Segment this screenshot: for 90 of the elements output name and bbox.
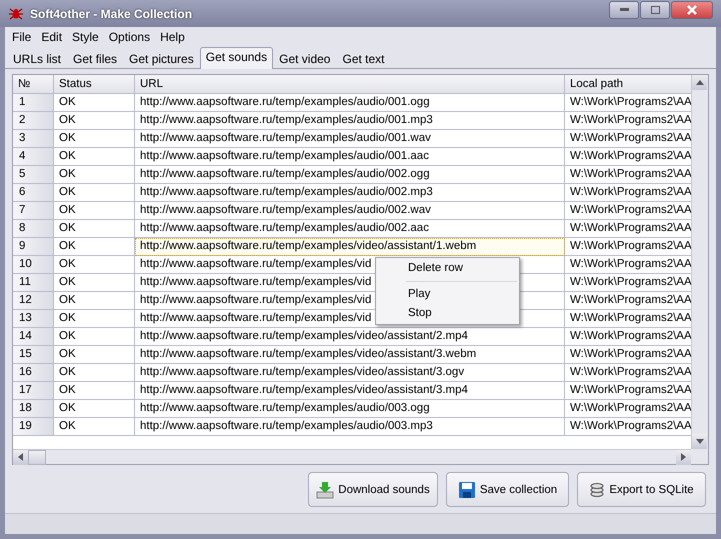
- column-header[interactable]: URL: [135, 75, 565, 94]
- table-cell: OK: [54, 238, 135, 256]
- row-number: 5: [13, 166, 54, 184]
- menu-item[interactable]: File: [7, 30, 36, 44]
- table-cell: http://www.aapsoftware.ru/temp/examples/video/assistant/3.ogv: [135, 364, 565, 382]
- menu-item[interactable]: Edit: [36, 30, 68, 44]
- row-number: 4: [13, 148, 54, 166]
- table-cell: OK: [54, 94, 135, 112]
- table-cell: OK: [54, 220, 135, 238]
- left-arrow-icon: [18, 453, 23, 461]
- tab[interactable]: Get files: [67, 49, 124, 68]
- close-button[interactable]: [671, 0, 713, 18]
- column-header[interactable]: Status: [54, 75, 135, 94]
- row-number: 7: [13, 202, 54, 220]
- scroll-right-button[interactable]: [676, 450, 691, 464]
- maximize-icon: [650, 6, 660, 14]
- menu-item[interactable]: Style: [67, 30, 104, 44]
- tab[interactable]: Get sounds: [200, 47, 274, 69]
- table-cell: http://www.aapsoftware.ru/temp/examples/audio/002.aac: [135, 220, 565, 238]
- table-cell: OK: [54, 112, 135, 130]
- row-number: 18: [13, 400, 54, 418]
- table-cell: http://www.aapsoftware.ru/temp/examples/video/assistant/3.mp4: [135, 382, 565, 400]
- table-cell: OK: [54, 418, 135, 436]
- table-cell: OK: [54, 166, 135, 184]
- table-cell: OK: [54, 382, 135, 400]
- table-cell: http://www.aapsoftware.ru/temp/examples/video/assistant/3.webm: [135, 346, 565, 364]
- row-number: 3: [13, 130, 54, 148]
- row-number: 8: [13, 220, 54, 238]
- action-button[interactable]: Download sounds: [308, 472, 438, 507]
- scroll-up-button[interactable]: [692, 75, 707, 90]
- table-cell: http://www.aapsoftware.ru/temp/examples/audio/001.wav: [135, 130, 565, 148]
- table-cell: http://www.aapsoftware.ru/temp/examples/audio/001.mp3: [135, 112, 565, 130]
- row-number: 19: [13, 418, 54, 436]
- download-icon: [316, 480, 334, 498]
- up-arrow-icon: [696, 80, 704, 85]
- table-cell: http://www.aapsoftware.ru/temp/examples/audio/001.aac: [135, 148, 565, 166]
- tab[interactable]: URLs list: [7, 49, 68, 68]
- spider-icon: [8, 6, 24, 22]
- table-cell: http://www.aapsoftware.ru/temp/examples/audio/002.mp3: [135, 184, 565, 202]
- scroll-down-button[interactable]: [692, 434, 707, 449]
- table-cell: OK: [54, 364, 135, 382]
- menu-item[interactable]: Help: [155, 30, 190, 44]
- table-cell: OK: [54, 202, 135, 220]
- menu-item[interactable]: Options: [104, 30, 156, 44]
- database-icon: [589, 482, 606, 498]
- table-cell: OK: [54, 274, 135, 292]
- row-number: 15: [13, 346, 54, 364]
- table-cell: http://www.aapsoftware.ru/temp/examples/audio/003.ogg: [135, 400, 565, 418]
- column-header[interactable]: №: [13, 75, 54, 94]
- right-arrow-icon: [681, 453, 686, 461]
- minimize-button[interactable]: [609, 0, 639, 18]
- table-cell: OK: [54, 184, 135, 202]
- table-cell: OK: [54, 130, 135, 148]
- table-cell: http://www.aapsoftware.ru/temp/examples/audio/003.mp3: [135, 418, 565, 436]
- table-cell: http://www.aapsoftware.ru/temp/examples/audio/002.ogg: [135, 166, 565, 184]
- table-cell: http://www.aapsoftware.ru/temp/examples/audio/002.wav: [135, 202, 565, 220]
- table-cell: http://www.aapsoftware.ru/temp/examples/video/assistant/2.mp4: [135, 328, 565, 346]
- row-number: 6: [13, 184, 54, 202]
- table-cell: http://www.aapsoftware.ru/temp/examples/audio/001.ogg: [135, 94, 565, 112]
- row-number: 10: [13, 256, 54, 274]
- scroll-thumb[interactable]: [28, 450, 46, 464]
- maximize-button[interactable]: [640, 0, 670, 18]
- down-arrow-icon: [696, 439, 704, 444]
- table-cell: OK: [54, 256, 135, 274]
- row-number: 2: [13, 112, 54, 130]
- column-header[interactable]: Local path: [565, 75, 691, 94]
- table-cell: OK: [54, 148, 135, 166]
- tab[interactable]: Get text: [336, 49, 391, 68]
- action-button[interactable]: Save collection: [446, 472, 569, 507]
- action-button[interactable]: Export to SQLite: [577, 472, 706, 507]
- row-number: 12: [13, 292, 54, 310]
- row-number: 14: [13, 328, 54, 346]
- table-cell: http://www.aapsoftware.ru/temp/examples/video/assistant/1.webm: [135, 238, 565, 256]
- table-cell: OK: [54, 292, 135, 310]
- close-icon: [686, 4, 698, 14]
- table-cell: OK: [54, 346, 135, 364]
- tab[interactable]: Get pictures: [123, 49, 200, 68]
- scroll-left-button[interactable]: [13, 450, 28, 464]
- minimize-icon: [620, 8, 628, 11]
- row-number: 16: [13, 364, 54, 382]
- row-number: 9: [13, 238, 54, 256]
- row-number: 17: [13, 382, 54, 400]
- row-number: 13: [13, 310, 54, 328]
- row-number: 1: [13, 94, 54, 112]
- window-title: Soft4other - Make Collection: [30, 6, 194, 20]
- table-cell: OK: [54, 400, 135, 418]
- table-cell: OK: [54, 310, 135, 328]
- table-cell: OK: [54, 328, 135, 346]
- row-number: 11: [13, 274, 54, 292]
- tab[interactable]: Get video: [273, 49, 336, 68]
